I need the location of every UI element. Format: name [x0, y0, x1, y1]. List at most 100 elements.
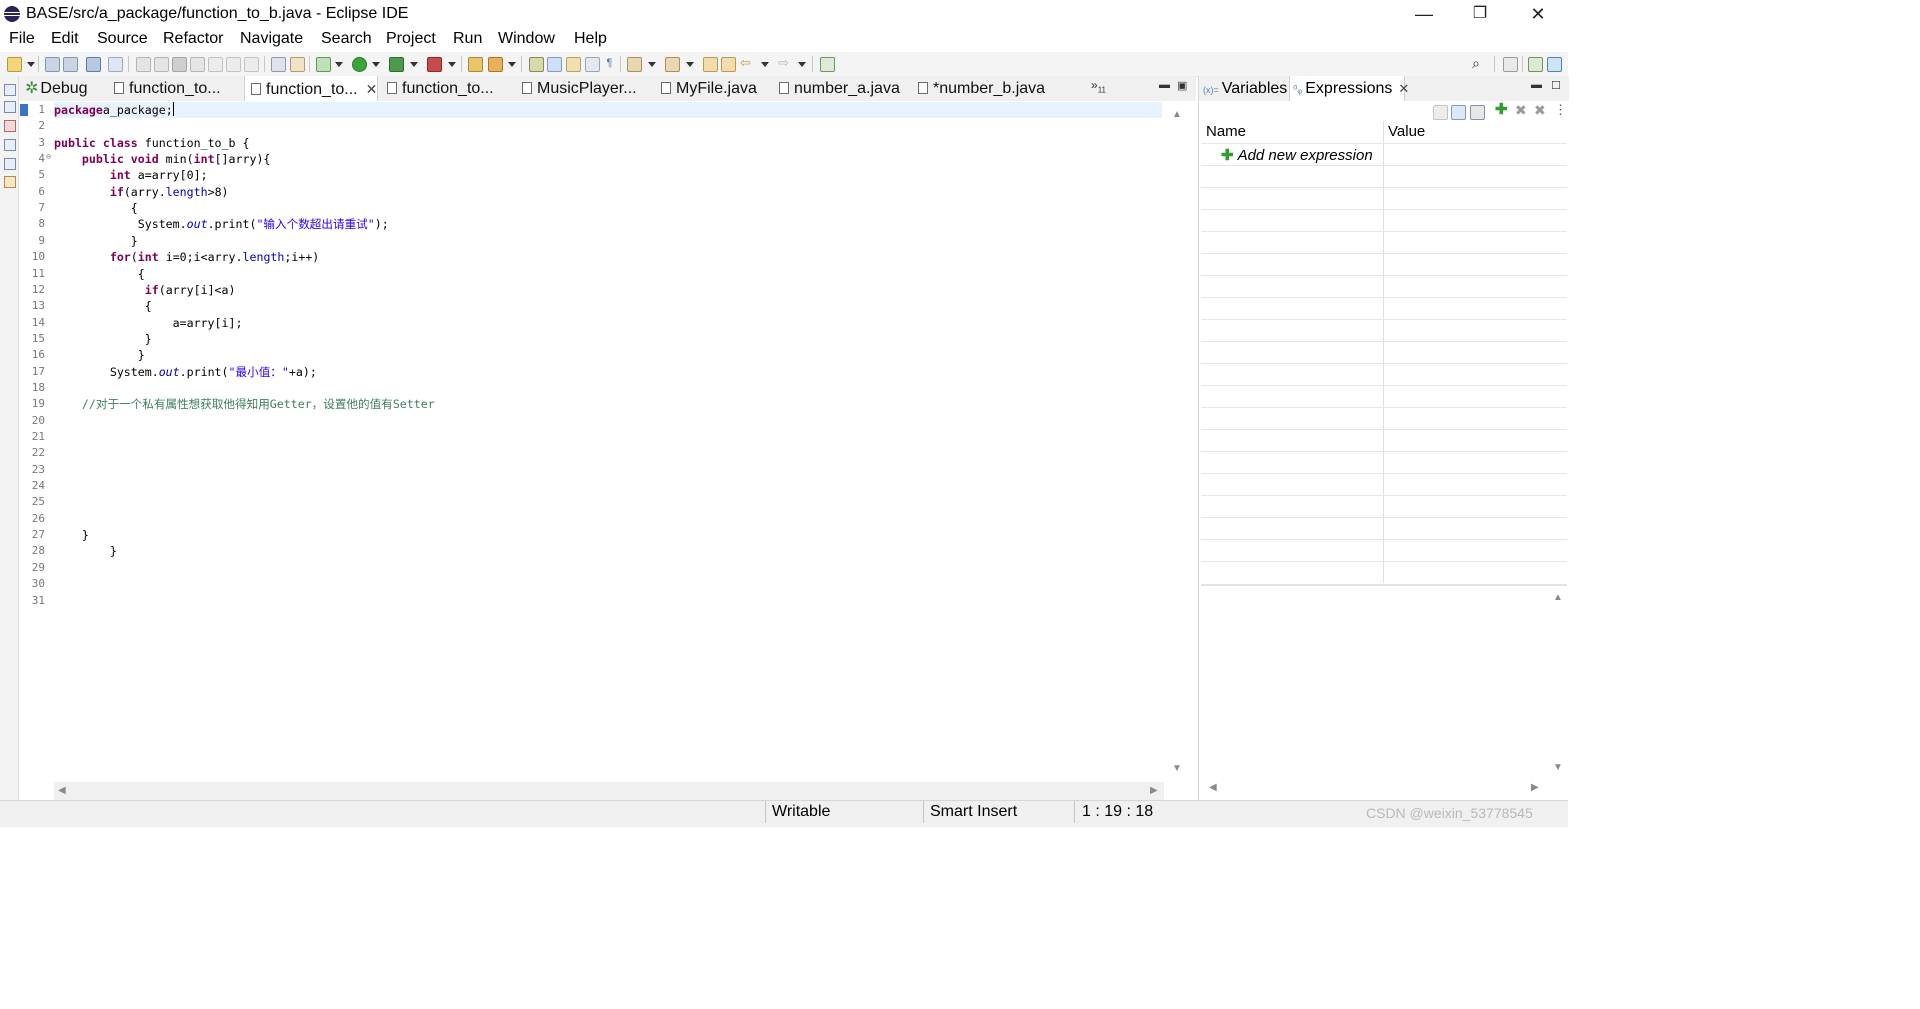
menu-window[interactable]: Window	[498, 30, 555, 48]
pin-editor-icon[interactable]	[820, 57, 835, 72]
step-return-icon[interactable]	[244, 57, 259, 72]
code-line[interactable]: {	[54, 266, 145, 282]
menu-source[interactable]: Source	[97, 30, 148, 48]
menu-search[interactable]: Search	[321, 30, 372, 48]
tab-expressions[interactable]: ⁰ᵩ Expressions ✕	[1289, 76, 1409, 101]
search-annotations-icon[interactable]	[529, 57, 544, 72]
task-dropdown-icon[interactable]	[508, 62, 516, 67]
expression-detail-pane[interactable]: ▲ ▼ ◀ ▶	[1201, 584, 1567, 802]
menu-file[interactable]: File	[9, 30, 35, 48]
save-icon[interactable]	[45, 57, 60, 72]
column-header-name[interactable]: Name	[1206, 123, 1246, 140]
menu-run[interactable]: Run	[453, 30, 482, 48]
maximize-view-icon[interactable]: ▣	[1177, 79, 1187, 92]
collapse-all-icon[interactable]	[1470, 105, 1485, 120]
previous-annotation-dropdown-icon[interactable]	[686, 62, 694, 67]
code-line[interactable]: //对于一个私有属性想获取他得知用Getter，设置他的值有Setter	[54, 396, 435, 412]
resume-icon[interactable]	[136, 57, 151, 72]
code-line[interactable]: }	[54, 543, 117, 559]
step-over-icon[interactable]	[226, 57, 241, 72]
status-cursor-position[interactable]: 1 : 19 : 18	[1082, 803, 1153, 821]
outline-icon[interactable]	[4, 139, 16, 151]
scroll-right-icon[interactable]: ▶	[1531, 782, 1539, 793]
status-insert-mode[interactable]: Smart Insert	[930, 803, 1017, 821]
code-line[interactable]: }	[54, 527, 89, 543]
open-type-icon[interactable]	[468, 57, 483, 72]
restore-button[interactable]: ❐	[1452, 0, 1508, 28]
code-area[interactable]: packagea_package; public class function_t…	[54, 101, 1164, 781]
tab-debug[interactable]: ✲ Debug	[22, 76, 88, 101]
show-whitespace-icon[interactable]: ¶	[603, 57, 616, 70]
breakpoints-icon[interactable]	[4, 176, 16, 188]
scroll-up-icon[interactable]: ▲	[1553, 592, 1563, 603]
horizontal-scrollbar[interactable]: ◀ ▶	[54, 782, 1164, 800]
code-editor[interactable]: 1 2 3 4 5 6 7 8 9 10 11 12 13 14 15 16 17 18 19 20 21 22 23 24 2…	[19, 101, 1196, 800]
restore-view-icon[interactable]	[4, 84, 16, 96]
next-annotation-icon[interactable]	[627, 57, 642, 72]
open-perspective-icon[interactable]	[1503, 57, 1518, 72]
code-line[interactable]: }	[54, 347, 145, 363]
mark-occurrences-icon[interactable]	[547, 57, 562, 72]
code-line[interactable]: {	[54, 298, 152, 314]
coverage-icon[interactable]	[389, 57, 404, 72]
code-line[interactable]: }	[54, 331, 152, 347]
show-type-names-icon[interactable]	[1433, 105, 1448, 120]
code-line[interactable]: a=arry[i];	[54, 315, 243, 331]
terminate-icon[interactable]	[172, 57, 187, 72]
forward-history-icon[interactable]	[721, 57, 736, 72]
code-line[interactable]: int a=arry[0];	[54, 167, 208, 183]
back-dropdown-icon[interactable]	[761, 62, 769, 67]
step-into-icon[interactable]	[208, 57, 223, 72]
code-line[interactable]: if(arry[i]<a)	[54, 282, 236, 298]
menu-project[interactable]: Project	[386, 30, 436, 48]
skip-breakpoints-icon[interactable]	[108, 57, 123, 72]
add-expression-icon[interactable]: ✚	[1495, 102, 1508, 117]
coverage-dropdown-icon[interactable]	[410, 62, 418, 67]
scroll-right-icon[interactable]: ▶	[1150, 785, 1158, 796]
open-task-icon[interactable]	[488, 57, 503, 72]
code-line[interactable]: {	[54, 200, 138, 216]
tab-number-b[interactable]: *number_b.java	[912, 76, 1045, 101]
remove-expression-icon[interactable]: ✖	[1515, 103, 1528, 117]
tab-function-to-b[interactable]: function_to... ✕	[244, 76, 378, 101]
suspend-icon[interactable]	[154, 57, 169, 72]
previous-annotation-icon[interactable]	[665, 57, 680, 72]
menu-edit[interactable]: Edit	[51, 30, 79, 48]
maximize-view-icon[interactable]: ☐	[1551, 79, 1561, 92]
debug-perspective-icon[interactable]	[1547, 57, 1562, 72]
new-icon[interactable]	[7, 57, 22, 72]
tab-function-to-a[interactable]: function_to...	[108, 76, 221, 101]
tab-variables[interactable]: (x)= Variables	[1201, 76, 1287, 101]
new-dropdown-icon[interactable]	[27, 62, 35, 67]
close-button[interactable]: ✕	[1510, 0, 1566, 28]
scroll-left-icon[interactable]: ◀	[1209, 782, 1217, 793]
debug-icon[interactable]	[316, 57, 331, 72]
use-step-filters-icon[interactable]	[290, 57, 305, 72]
type-hierarchy-icon[interactable]	[4, 120, 16, 132]
minimize-view-icon[interactable]: ▬	[1531, 79, 1542, 91]
tab-close-icon[interactable]: ✕	[366, 81, 378, 97]
minimize-view-icon[interactable]: ▬	[1159, 79, 1170, 91]
java-perspective-icon[interactable]	[1528, 57, 1543, 72]
code-line[interactable]: System.out.print("输入个数超出请重试");	[54, 216, 389, 232]
minimize-button[interactable]: —	[1396, 0, 1452, 28]
drop-to-frame-icon[interactable]	[271, 57, 286, 72]
next-annotation-dropdown-icon[interactable]	[648, 62, 656, 67]
menu-refactor[interactable]: Refactor	[163, 30, 223, 48]
view-menu-icon[interactable]: ⋮	[1554, 103, 1567, 117]
search-icon[interactable]: ⌕	[1472, 56, 1485, 70]
scroll-down-icon[interactable]: ▼	[1553, 762, 1563, 773]
block-selection-icon[interactable]	[585, 57, 600, 72]
run-icon[interactable]	[352, 57, 367, 72]
external-tools-dropdown-icon[interactable]	[448, 62, 456, 67]
fold-collapse-icon[interactable]: ⊖	[43, 152, 51, 161]
run-dropdown-icon[interactable]	[372, 62, 380, 67]
add-new-expression-row[interactable]: ✚ Add new expression	[1221, 146, 1373, 164]
vertical-scrollbar[interactable]: ▲ ▼	[1168, 101, 1186, 781]
code-line[interactable]: }	[54, 233, 138, 249]
scroll-down-icon[interactable]: ▼	[1172, 763, 1182, 774]
tab-musicplayer[interactable]: MusicPlayer...	[516, 76, 637, 101]
scroll-up-icon[interactable]: ▲	[1172, 109, 1182, 120]
column-separator[interactable]	[1383, 121, 1384, 583]
tab-number-a[interactable]: number_a.java	[773, 76, 900, 101]
